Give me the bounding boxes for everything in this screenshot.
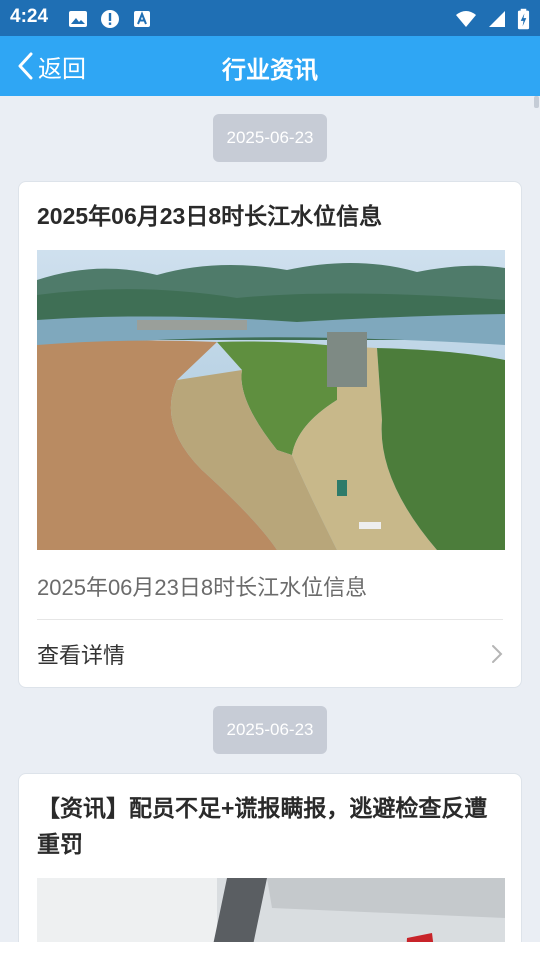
page-title: 行业资讯 (222, 57, 318, 84)
notification-icons (68, 9, 152, 29)
scrollbar[interactable] (534, 96, 539, 108)
wifi-icon (456, 11, 476, 27)
alert-icon (101, 10, 119, 28)
status-bar: 4:24 (0, 0, 540, 36)
three-gorges-dam-image (37, 250, 505, 550)
card-title: 2025年06月23日8时长江水位信息 (37, 203, 383, 229)
date-pill: 2025-06-23 (213, 114, 327, 162)
image-icon (69, 11, 87, 27)
battery-charging-icon (517, 8, 530, 30)
status-time: 4:24 (10, 6, 49, 27)
divider (37, 619, 503, 620)
view-details-label: 查看详情 (37, 643, 126, 668)
app-bar: 返回 行业资讯 (0, 36, 540, 96)
news-card[interactable]: 2025年06月23日8时长江水位信息 2025年06月23日8时长江水位信息 … (18, 181, 522, 688)
bottom-nav-strip (0, 942, 540, 960)
view-details-link[interactable]: 查看详情 (37, 630, 503, 678)
card-title: 【资讯】配员不足+谎报瞒报，逃避检查反遭重罚 (37, 795, 488, 857)
news-feed[interactable]: 2025-06-23 2025年06月23日8时长江水位信息 2025年06月2… (0, 96, 540, 942)
news-card[interactable]: 【资讯】配员不足+谎报瞒报，逃避检查反遭重罚 (18, 773, 522, 942)
chevron-right-icon (492, 645, 503, 663)
system-icons (455, 8, 530, 30)
keyboard-a-icon (134, 11, 150, 27)
signal-icon (489, 11, 505, 27)
date-pill: 2025-06-23 (213, 706, 327, 754)
ship-bridge-image (37, 878, 505, 942)
card-summary: 2025年06月23日8时长江水位信息 (37, 575, 368, 600)
